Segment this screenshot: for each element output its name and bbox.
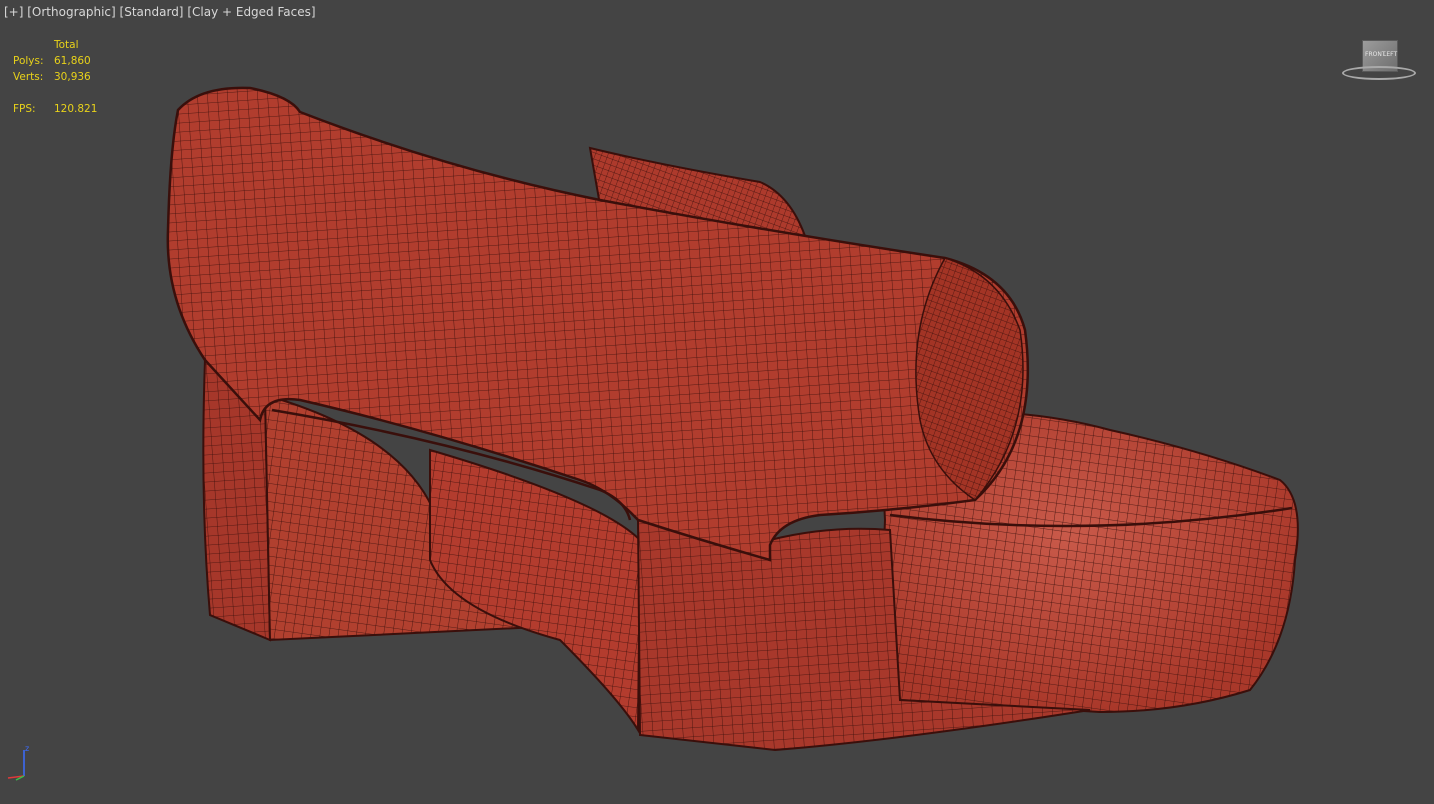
sofa-model[interactable]: [0, 0, 1434, 804]
viewport[interactable]: [+] [Orthographic] [Standard] [Clay + Ed…: [0, 0, 1434, 804]
viewport-menu[interactable]: [+]: [4, 5, 23, 19]
fps-label: FPS:: [13, 103, 36, 115]
axis-tripod: z: [4, 744, 34, 782]
viewport-display-label[interactable]: [Clay + Edged Faces]: [187, 5, 315, 19]
viewcube-left-label[interactable]: LEFT: [1383, 51, 1397, 58]
viewport-view-label[interactable]: [Orthographic]: [27, 5, 115, 19]
stats-header: Total: [54, 39, 79, 51]
polys-value: 61,860: [54, 55, 91, 67]
stats-overlay: Total Polys: 61,860 Verts: 30,936 FPS: 120.…: [13, 37, 97, 117]
viewport-label: [+] [Orthographic] [Standard] [Clay + Ed…: [4, 5, 316, 19]
viewcube-compass-ring[interactable]: [1342, 66, 1416, 80]
fps-value: 120.821: [54, 103, 98, 115]
verts-value: 30,936: [54, 71, 91, 83]
polys-label: Polys:: [13, 55, 44, 67]
viewport-shading-label[interactable]: [Standard]: [120, 5, 184, 19]
viewcube[interactable]: FRONT LEFT: [1340, 38, 1418, 84]
verts-label: Verts:: [13, 71, 44, 83]
axis-tripod-icon: [7, 750, 25, 781]
axis-z-label: z: [25, 744, 30, 753]
